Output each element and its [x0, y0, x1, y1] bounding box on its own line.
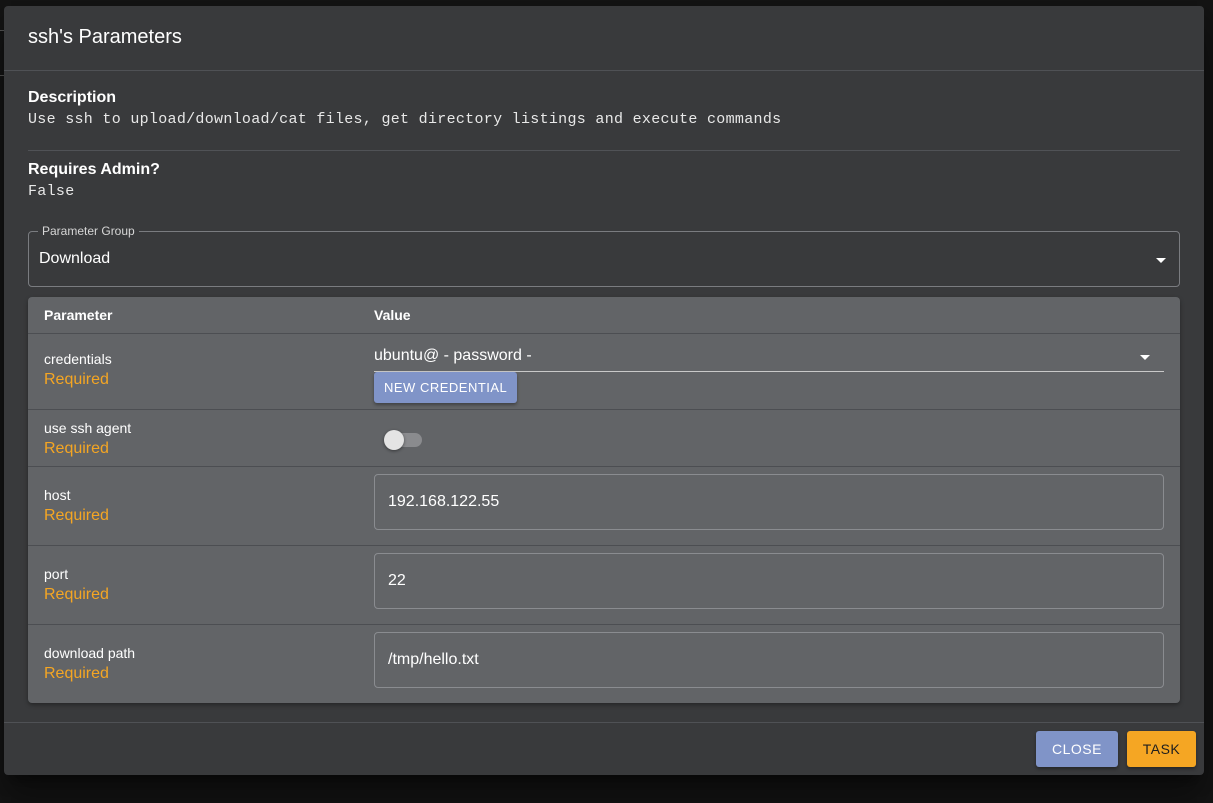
credentials-select[interactable]: ubuntu@ - password - — [374, 346, 1164, 372]
close-button[interactable]: CLOSE — [1036, 731, 1118, 767]
use-ssh-agent-toggle[interactable] — [384, 429, 422, 451]
download-path-input[interactable]: /tmp/hello.txt — [374, 632, 1164, 688]
header-value: Value — [374, 307, 411, 323]
param-name-host: host — [44, 487, 71, 503]
chevron-down-icon[interactable] — [1140, 355, 1150, 360]
table-row: download path Required /tmp/hello.txt — [28, 625, 1180, 703]
required-label: Required — [44, 586, 109, 603]
parameter-group-select[interactable]: Parameter Group Download — [28, 224, 1180, 287]
required-label: Required — [44, 665, 109, 682]
parameters-table: Parameter Value credentials Required ubu… — [28, 297, 1180, 703]
table-row: credentials Required ubuntu@ - password … — [28, 334, 1180, 410]
header-parameter: Parameter — [44, 307, 113, 323]
credentials-select-value: ubuntu@ - password - — [374, 347, 532, 364]
table-header-row: Parameter Value — [28, 297, 1180, 334]
task-button[interactable]: TASK — [1127, 731, 1196, 767]
required-label: Required — [44, 440, 109, 457]
table-row: port Required 22 — [28, 546, 1180, 625]
new-credential-button[interactable]: NEW CREDENTIAL — [374, 372, 518, 403]
description-text: Use ssh to upload/download/cat files, ge… — [28, 111, 782, 128]
parameter-group-label: Parameter Group — [38, 224, 139, 238]
section-divider — [28, 150, 1180, 151]
table-row: host Required 192.168.122.55 — [28, 467, 1180, 546]
param-name-credentials: credentials — [44, 351, 112, 367]
parameters-dialog: ssh's Parameters Description Use ssh to … — [4, 6, 1204, 775]
param-name-use-ssh-agent: use ssh agent — [44, 420, 132, 436]
dialog-title: ssh's Parameters — [28, 26, 182, 48]
required-label: Required — [44, 371, 109, 388]
chevron-down-icon[interactable] — [1156, 258, 1166, 263]
param-name-download-path: download path — [44, 645, 136, 661]
dialog-actions: CLOSE TASK — [4, 722, 1204, 775]
requires-admin-label: Requires Admin? — [28, 161, 160, 178]
parameter-group-value: Download — [39, 250, 111, 267]
param-name-port: port — [44, 566, 69, 582]
required-label: Required — [44, 507, 109, 524]
dialog-content: Description Use ssh to upload/download/c… — [4, 71, 1204, 722]
requires-admin-value: False — [28, 183, 75, 200]
toggle-thumb[interactable] — [384, 430, 404, 450]
description-label: Description — [28, 89, 117, 106]
port-input[interactable]: 22 — [374, 553, 1164, 609]
host-input[interactable]: 192.168.122.55 — [374, 474, 1164, 530]
table-row: use ssh agent Required — [28, 410, 1180, 467]
